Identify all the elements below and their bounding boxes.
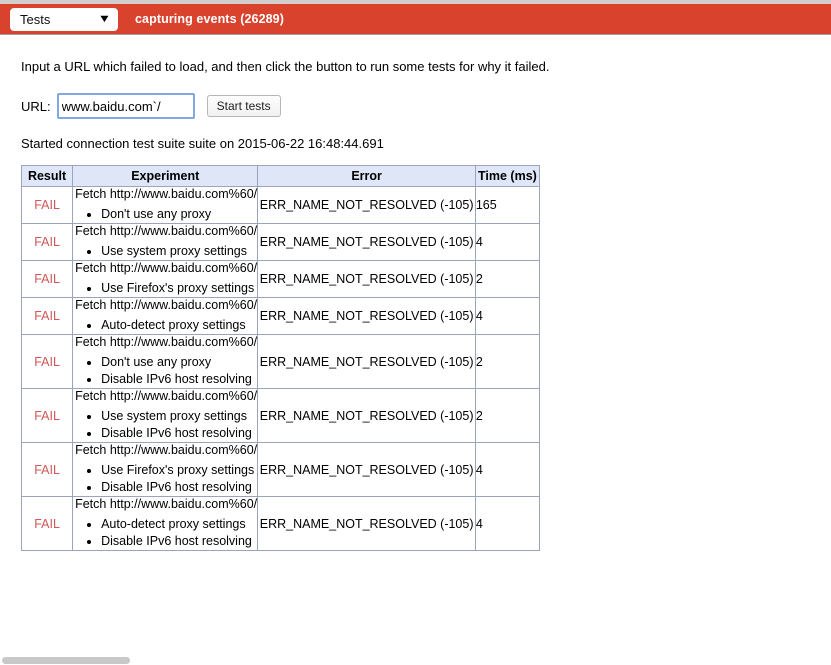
cell-time: 4 — [474, 297, 541, 335]
url-label: URL: — [21, 98, 51, 114]
experiment-option-list: Use Firefox's proxy settings — [73, 280, 257, 297]
table-row: FAILFetch http://www.baidu.com%60/Use Fi… — [20, 260, 541, 298]
experiment-fetch-url: Fetch http://www.baidu.com%60/ — [75, 443, 258, 457]
cell-result: FAIL — [20, 260, 74, 298]
cell-time: 4 — [474, 442, 541, 497]
cell-experiment: Fetch http://www.baidu.com%60/Don't use … — [72, 334, 259, 389]
experiment-option: Disable IPv6 host resolving — [101, 371, 257, 388]
table-row: FAILFetch http://www.baidu.com%60/Don't … — [20, 186, 541, 224]
table-body: FAILFetch http://www.baidu.com%60/Don't … — [20, 186, 541, 551]
cell-time: 4 — [474, 223, 541, 261]
experiment-option-list: Auto-detect proxy settingsDisable IPv6 h… — [73, 516, 257, 550]
cell-error: ERR_NAME_NOT_RESOLVED (-105) — [257, 297, 476, 335]
cell-error: ERR_NAME_NOT_RESOLVED (-105) — [257, 223, 476, 261]
experiment-option-list: Use system proxy settings — [73, 243, 257, 260]
cell-experiment: Fetch http://www.baidu.com%60/Use Firefo… — [72, 442, 259, 497]
cell-time: 2 — [474, 334, 541, 389]
cell-error: ERR_NAME_NOT_RESOLVED (-105) — [257, 442, 476, 497]
cell-result: FAIL — [20, 442, 74, 497]
suite-started-text: Started connection test suite suite on 2… — [21, 136, 384, 151]
table-row: FAILFetch http://www.baidu.com%60/Use Fi… — [20, 442, 541, 497]
experiment-option: Disable IPv6 host resolving — [101, 479, 257, 496]
horizontal-scrollbar-thumb[interactable] — [2, 657, 130, 664]
experiment-option: Use system proxy settings — [101, 243, 257, 260]
experiment-fetch-url: Fetch http://www.baidu.com%60/ — [75, 261, 258, 275]
url-form-row: URL: Start tests — [21, 93, 831, 119]
table-row: FAILFetch http://www.baidu.com%60/Use sy… — [20, 388, 541, 443]
experiment-option: Don't use any proxy — [101, 354, 257, 371]
cell-error: ERR_NAME_NOT_RESOLVED (-105) — [257, 186, 476, 224]
cell-experiment: Fetch http://www.baidu.com%60/Auto-detec… — [72, 297, 259, 335]
cell-error: ERR_NAME_NOT_RESOLVED (-105) — [257, 388, 476, 443]
cell-result: FAIL — [20, 496, 74, 551]
experiment-fetch-url: Fetch http://www.baidu.com%60/ — [75, 298, 258, 312]
cell-experiment: Fetch http://www.baidu.com%60/Auto-detec… — [72, 496, 259, 551]
table-header-row: Result Experiment Error Time (ms) — [20, 165, 541, 187]
experiment-option-list: Auto-detect proxy settings — [73, 317, 257, 334]
column-header-time: Time (ms) — [474, 165, 541, 187]
experiment-option: Auto-detect proxy settings — [101, 516, 257, 533]
column-header-result: Result — [20, 165, 74, 187]
cell-error: ERR_NAME_NOT_RESOLVED (-105) — [257, 334, 476, 389]
cell-result: FAIL — [20, 186, 74, 224]
experiment-fetch-url: Fetch http://www.baidu.com%60/ — [75, 335, 258, 349]
cell-time: 2 — [474, 260, 541, 298]
experiment-option: Disable IPv6 host resolving — [101, 425, 257, 442]
cell-experiment: Fetch http://www.baidu.com%60/Use system… — [72, 388, 259, 443]
experiment-option: Auto-detect proxy settings — [101, 317, 257, 334]
cell-time: 4 — [474, 496, 541, 551]
cell-result: FAIL — [20, 223, 74, 261]
experiment-fetch-url: Fetch http://www.baidu.com%60/ — [75, 187, 258, 201]
cell-error: ERR_NAME_NOT_RESOLVED (-105) — [257, 496, 476, 551]
cell-time: 165 — [474, 186, 541, 224]
page-content: Input a URL which failed to load, and th… — [0, 59, 831, 551]
cell-experiment: Fetch http://www.baidu.com%60/Use Firefo… — [72, 260, 259, 298]
cell-time: 2 — [474, 388, 541, 443]
capture-status-text: capturing events (26289) — [135, 12, 284, 26]
experiment-option: Disable IPv6 host resolving — [101, 533, 257, 550]
experiment-fetch-url: Fetch http://www.baidu.com%60/ — [75, 224, 258, 238]
cell-result: FAIL — [20, 297, 74, 335]
experiment-option-list: Don't use any proxy — [73, 206, 257, 223]
app-toolbar: Tests ▼ capturing events (26289) — [0, 4, 831, 35]
view-selector-label: Tests — [20, 11, 51, 27]
table-row: FAILFetch http://www.baidu.com%60/Use sy… — [20, 223, 541, 261]
table-row: FAILFetch http://www.baidu.com%60/Don't … — [20, 334, 541, 389]
intro-text: Input a URL which failed to load, and th… — [21, 59, 550, 74]
experiment-option-list: Use Firefox's proxy settingsDisable IPv6… — [73, 462, 257, 496]
cell-experiment: Fetch http://www.baidu.com%60/Don't use … — [72, 186, 259, 224]
chevron-down-icon: ▼ — [97, 12, 112, 25]
start-tests-button[interactable]: Start tests — [206, 95, 281, 117]
cell-experiment: Fetch http://www.baidu.com%60/Use system… — [72, 223, 259, 261]
view-selector-tests[interactable]: Tests ▼ — [10, 7, 118, 31]
experiment-fetch-url: Fetch http://www.baidu.com%60/ — [75, 497, 258, 511]
experiment-option-list: Don't use any proxyDisable IPv6 host res… — [73, 354, 257, 388]
cell-error: ERR_NAME_NOT_RESOLVED (-105) — [257, 260, 476, 298]
test-results-table: Result Experiment Error Time (ms) FAIL Fe… — [20, 165, 541, 551]
experiment-option: Don't use any proxy — [101, 206, 257, 223]
experiment-option: Use Firefox's proxy settings — [101, 280, 257, 297]
column-header-experiment: Experiment — [72, 165, 259, 187]
horizontal-scrollbar[interactable] — [0, 656, 831, 665]
experiment-fetch-url: Fetch http://www.baidu.com%60/ — [75, 389, 258, 403]
url-input[interactable] — [56, 93, 195, 119]
experiment-option-list: Use system proxy settingsDisable IPv6 ho… — [73, 408, 257, 442]
cell-result: FAIL — [20, 388, 74, 443]
experiment-option: Use Firefox's proxy settings — [101, 462, 257, 479]
table-row: FAILFetch http://www.baidu.com%60/Auto-d… — [20, 297, 541, 335]
column-header-error: Error — [257, 165, 476, 187]
table-row: FAILFetch http://www.baidu.com%60/Auto-d… — [20, 496, 541, 551]
cell-result: FAIL — [20, 334, 74, 389]
experiment-option: Use system proxy settings — [101, 408, 257, 425]
